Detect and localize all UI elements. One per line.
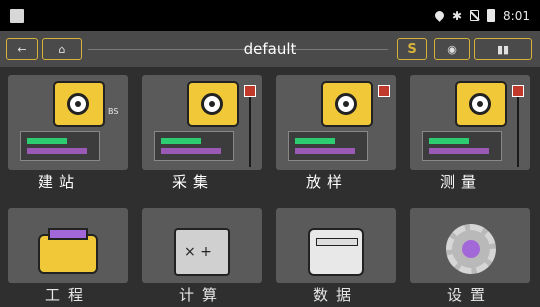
bs-badge: BS	[108, 107, 119, 116]
back-button[interactable]: ←	[6, 38, 38, 60]
tile-collect[interactable]: 采集	[142, 75, 262, 191]
back-arrow-icon: ←	[17, 42, 27, 56]
prism-icon	[244, 85, 256, 97]
s-button[interactable]: S	[397, 38, 427, 60]
calculator-icon	[174, 228, 230, 276]
notification-icon	[10, 9, 24, 23]
satellite-icon: ◉	[447, 42, 457, 56]
tile-label: 建站	[38, 173, 81, 191]
no-sim-icon	[470, 10, 480, 21]
battery-status-button[interactable]: ▮▮	[474, 38, 532, 60]
tile-label-settings: 设置	[446, 286, 493, 304]
tile-label: 测量	[440, 173, 483, 191]
tile-label: 采集	[172, 173, 215, 191]
collect-icon	[187, 81, 239, 127]
instrument-base	[288, 131, 368, 161]
tile-label-data: 数据	[312, 286, 359, 304]
pole	[249, 97, 251, 167]
status-bar: ✱ 8:01	[0, 0, 540, 31]
clock: 8:01	[503, 8, 530, 23]
tile-label-calculate: 计算	[178, 286, 225, 304]
pole	[517, 97, 519, 167]
prism-icon	[378, 85, 390, 97]
database-icon	[308, 228, 364, 276]
stakeout-icon	[321, 81, 373, 127]
instrument-base	[20, 131, 100, 161]
bluetooth-icon: ✱	[451, 8, 463, 23]
tile-station-setup[interactable]: BS 建站	[8, 75, 128, 191]
station-setup-icon	[53, 81, 105, 127]
battery-icon	[487, 9, 496, 22]
tile-measure[interactable]: 测量	[410, 75, 530, 191]
instrument-base	[154, 131, 234, 161]
satellite-button[interactable]: ◉	[434, 38, 470, 60]
tile-label: 放样	[306, 173, 349, 191]
location-icon	[433, 9, 446, 22]
toolbox-icon	[38, 228, 98, 274]
measure-icon	[455, 81, 507, 127]
status-icons: ✱ 8:01	[433, 0, 530, 31]
app-toolbar: ← ⌂ default S ◉ ▮▮	[0, 31, 540, 67]
home-icon: ⌂	[58, 42, 66, 56]
tile-label-project: 工程	[44, 286, 91, 304]
gear-icon	[446, 224, 496, 274]
battery-status-icon: ▮▮	[496, 42, 510, 56]
home-button[interactable]: ⌂	[42, 38, 82, 60]
instrument-base	[422, 131, 502, 161]
project-title: default	[243, 40, 297, 58]
tile-stakeout[interactable]: 放样	[276, 75, 396, 191]
prism-icon	[512, 85, 524, 97]
